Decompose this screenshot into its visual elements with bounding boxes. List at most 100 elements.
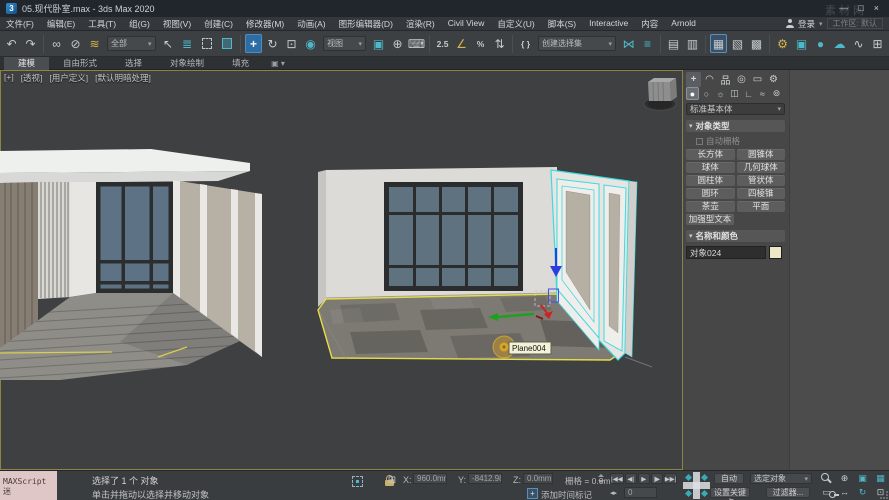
maxscript-mini-listener[interactable]: MAXScript 迷 <box>0 471 57 500</box>
selection-filter-dropdown[interactable]: 全部▾ <box>107 36 156 51</box>
right-room-model[interactable]: Plane004 <box>318 167 652 367</box>
viewport-label[interactable]: [透视] <box>21 72 43 84</box>
ribbon-tab-object-paint[interactable]: 对象绘制 <box>156 57 218 70</box>
tab-hierarchy[interactable]: 品 <box>718 72 733 87</box>
autogrid-checkbox[interactable]: 自动栅格 <box>696 135 789 147</box>
workspace-dropdown[interactable]: 工作区: 默认 <box>827 18 883 29</box>
render-setup-icon[interactable]: ⚙ <box>774 34 791 53</box>
viewport[interactable]: [+] [透视] [用户定义] [默认明暗处理] <box>0 70 683 470</box>
orbit-icon[interactable]: ↻ <box>854 486 871 498</box>
object-type-button[interactable]: 几何球体 <box>737 162 786 173</box>
select-manipulate-icon[interactable]: ⊕ <box>389 34 406 53</box>
tab-display[interactable]: ▭ <box>750 72 765 87</box>
menu-item[interactable]: 脚本(S) <box>548 18 576 30</box>
absolute-mode-icon[interactable]: ⊞ <box>385 473 399 487</box>
menu-item[interactable]: Civil View <box>448 18 485 30</box>
arnold-render-icon[interactable]: ∿ <box>850 34 867 53</box>
align-icon[interactable]: ≡ <box>639 34 656 53</box>
ribbon-options-icon[interactable]: ▣ ▾ <box>271 59 285 68</box>
mirror-icon[interactable]: ⋈ <box>620 34 637 53</box>
minimize-button[interactable]: — <box>839 4 848 13</box>
viewport-label[interactable]: [+] <box>4 72 14 84</box>
object-type-button[interactable]: 圆柱体 <box>686 175 735 186</box>
menu-item[interactable]: Arnold <box>671 18 696 30</box>
auto-key-button[interactable]: 自动 <box>714 473 744 484</box>
tab-modify[interactable]: ◠ <box>702 72 717 87</box>
keyboard-override-icon[interactable]: ⌨ <box>408 34 425 53</box>
viewport-label[interactable]: [默认明暗处理] <box>95 72 151 84</box>
render-frame-icon[interactable]: ▣ <box>793 34 810 53</box>
key-mode-dropdown[interactable]: 选定对象 ▾ <box>750 473 812 484</box>
redo-icon[interactable]: ↷ <box>22 34 39 53</box>
coord-system-dropdown[interactable]: 视图▾ <box>323 36 366 51</box>
sub-systems[interactable]: ⊚ <box>770 87 783 100</box>
percent-snap-icon[interactable]: % <box>472 34 489 53</box>
y-coordinate-field[interactable]: -8412.98 <box>468 473 502 484</box>
login-button[interactable]: 登录 <box>798 18 815 30</box>
menu-item[interactable]: 文件(F) <box>6 18 34 30</box>
set-key-button[interactable]: 设置关键点 <box>710 487 750 498</box>
object-name-field[interactable]: 对象024 <box>686 246 766 259</box>
select-object-icon[interactable]: ↖ <box>160 34 177 53</box>
menu-item[interactable]: 创建(C) <box>204 18 233 30</box>
prev-frame-button[interactable]: ◀| <box>625 473 637 484</box>
time-tag-icon[interactable]: + <box>527 488 538 499</box>
zoom-extents-icon[interactable]: ▣ <box>854 472 871 484</box>
ribbon-tab-modeling[interactable]: 建模 <box>4 57 49 70</box>
viewport-label[interactable]: [用户定义] <box>49 72 88 84</box>
left-room-model[interactable] <box>0 149 262 380</box>
object-type-button[interactable]: 球体 <box>686 162 735 173</box>
sub-shapes[interactable]: ○ <box>700 87 713 100</box>
z-coordinate-field[interactable]: 0.0mm <box>523 473 553 484</box>
rollout-name-color[interactable]: ▾ 名称和颜色 <box>686 230 785 242</box>
window-crossing-icon[interactable] <box>222 38 232 49</box>
menu-item[interactable]: 工具(T) <box>88 18 116 30</box>
go-start-button[interactable]: |◀◀ <box>610 473 624 484</box>
named-sets-icon[interactable]: { } <box>517 34 534 53</box>
x-coordinate-field[interactable]: 960.0mm <box>413 473 447 484</box>
resize-grip[interactable] <box>880 491 888 499</box>
next-frame-button[interactable]: |▶ <box>651 473 663 484</box>
zoom-extents-all-icon[interactable]: ▦ <box>872 472 889 484</box>
add-time-tag[interactable]: 添加时间标记 <box>541 489 592 500</box>
ribbon-tab-freeform[interactable]: 自由形式 <box>49 57 111 70</box>
key-filters-button[interactable]: 过滤器... <box>766 487 810 498</box>
tab-utilities[interactable]: ⚙ <box>766 72 781 87</box>
material-editor-icon[interactable]: ▩ <box>748 34 765 53</box>
ribbon-tab-selection[interactable]: 选择 <box>111 57 156 70</box>
textplus-button[interactable]: 加强型文本 <box>686 214 734 225</box>
menu-item[interactable]: 渲染(R) <box>406 18 435 30</box>
link-icon[interactable]: ∞ <box>48 34 65 53</box>
object-type-button[interactable]: 管状体 <box>737 175 786 186</box>
named-sets-dropdown[interactable]: 创建选择集▾ <box>538 36 616 51</box>
snap-toggle-icon[interactable]: 2.5 <box>434 34 451 53</box>
maximize-button[interactable]: □ <box>858 4 863 13</box>
go-end-button[interactable]: ▶▶| <box>664 473 678 484</box>
select-move-icon[interactable]: + <box>245 34 262 53</box>
pan-icon[interactable]: ↔ <box>836 486 853 498</box>
menu-item[interactable]: 修改器(M) <box>246 18 284 30</box>
object-type-button[interactable]: 圆锥体 <box>737 149 786 160</box>
current-frame-field[interactable]: 0 <box>624 487 657 498</box>
sub-geometry[interactable]: ● <box>686 87 699 100</box>
ribbon-tab-populate[interactable]: 填充 <box>218 57 263 70</box>
sub-cameras[interactable]: ◫ <box>728 87 741 100</box>
schematic-view-icon[interactable]: ▧ <box>729 34 746 53</box>
bind-spacewarp-icon[interactable]: ≋ <box>86 34 103 53</box>
menu-item[interactable]: 图形编辑器(D) <box>339 18 393 30</box>
select-scale-icon[interactable]: ⊡ <box>283 34 300 53</box>
viewport-scene[interactable]: Plane004 <box>0 70 683 470</box>
object-type-button[interactable]: 茶壶 <box>686 201 735 212</box>
select-by-name-icon[interactable]: ≣ <box>179 34 196 53</box>
scene-explorer-icon[interactable]: ▤ <box>665 34 682 53</box>
menu-item[interactable]: 编辑(E) <box>47 18 75 30</box>
curve-editor-icon[interactable]: ▦ <box>710 34 727 53</box>
rollout-object-type[interactable]: ▾ 对象类型 <box>686 120 785 132</box>
sub-lights[interactable]: ☼ <box>714 87 727 100</box>
menu-item[interactable]: 自定义(U) <box>497 18 534 30</box>
object-type-button[interactable]: 长方体 <box>686 149 735 160</box>
object-color-swatch[interactable] <box>769 246 782 259</box>
isolate-selection-icon[interactable] <box>352 476 363 487</box>
key-step-arrows[interactable]: ◂▸ <box>610 489 617 497</box>
use-pivot-icon[interactable]: ▣ <box>370 34 387 53</box>
